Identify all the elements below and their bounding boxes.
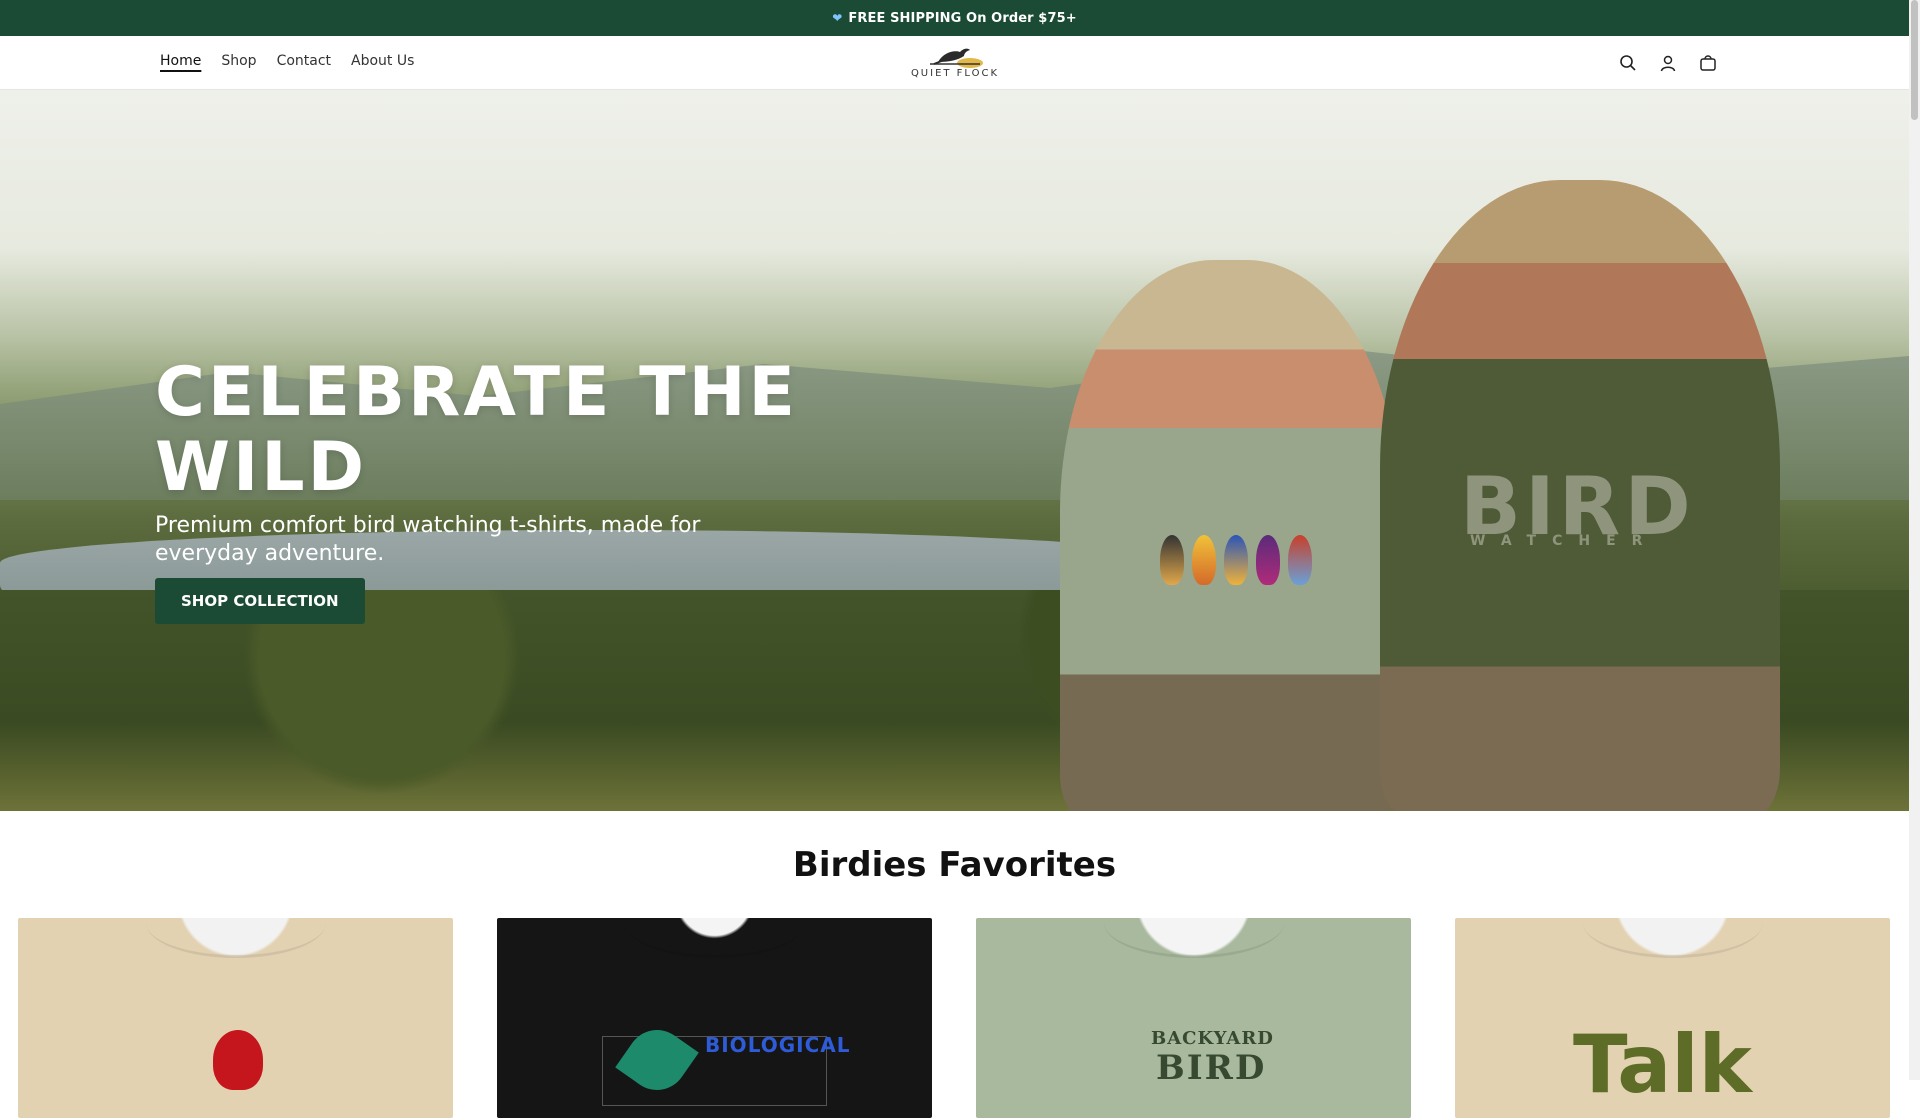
- shop-collection-button[interactable]: SHOP COLLECTION: [155, 577, 365, 624]
- cardinal-graphic: [213, 1030, 263, 1090]
- cart-icon[interactable]: [1697, 52, 1719, 74]
- search-icon[interactable]: [1617, 52, 1639, 74]
- nav-contact[interactable]: Contact: [277, 53, 331, 69]
- product-grid: BIOLOGICAL BACKYARD BIRD Talk: [18, 918, 1890, 1118]
- announcement-text: FREE SHIPPING On Order $75+: [848, 10, 1077, 26]
- product-card[interactable]: BACKYARD BIRD: [976, 918, 1411, 1118]
- page-scrollbar[interactable]: [1909, 0, 1920, 1080]
- hero-banner: BIRD WATCHER CELEBRATE THE WILD Premium …: [0, 90, 1909, 811]
- hero-copy: CELEBRATE THE WILD Premium comfort bird …: [155, 353, 915, 624]
- account-icon[interactable]: [1657, 52, 1679, 74]
- main-nav: Home Shop Contact About Us: [160, 53, 414, 69]
- shirt-collar: [1582, 918, 1763, 958]
- favorites-title: Birdies Favorites: [792, 845, 1117, 885]
- site-header: Home Shop Contact About Us QUIET FLOCK: [0, 36, 1909, 90]
- shirt-collar: [145, 918, 326, 958]
- hero-title: CELEBRATE THE WILD: [155, 353, 798, 507]
- shirt-collar: [1103, 918, 1284, 958]
- nav-about-us[interactable]: About Us: [351, 53, 414, 69]
- nav-shop[interactable]: Shop: [221, 53, 256, 69]
- bird-logo-icon: [930, 48, 983, 68]
- product-card[interactable]: [18, 918, 453, 1118]
- shirt-art-text-2: BIRD: [1156, 1048, 1267, 1088]
- product-card[interactable]: BIOLOGICAL: [497, 918, 932, 1118]
- nav-home[interactable]: Home: [160, 53, 201, 69]
- announcement-bar: ❤ FREE SHIPPING On Order $75+: [0, 0, 1909, 36]
- site-logo[interactable]: QUIET FLOCK: [910, 42, 1000, 86]
- shirt-subword: WATCHER: [1470, 533, 1659, 549]
- product-card[interactable]: Talk: [1455, 918, 1890, 1118]
- hero-subtitle: Premium comfort bird watching t-shirts, …: [155, 512, 701, 566]
- scrollbar-thumb[interactable]: [1911, 0, 1918, 120]
- heart-icon: ❤: [832, 11, 843, 25]
- shirt-art-text: Talk: [1573, 1018, 1752, 1111]
- shirt-art-text: BACKYARD: [1151, 1028, 1274, 1049]
- shirt-birds-graphic: [1160, 535, 1312, 585]
- header-actions: [1617, 52, 1719, 74]
- logo-text: QUIET FLOCK: [910, 68, 1000, 79]
- shirt-collar: [624, 918, 805, 958]
- shirt-art-text: BIOLOGICAL: [705, 1033, 851, 1057]
